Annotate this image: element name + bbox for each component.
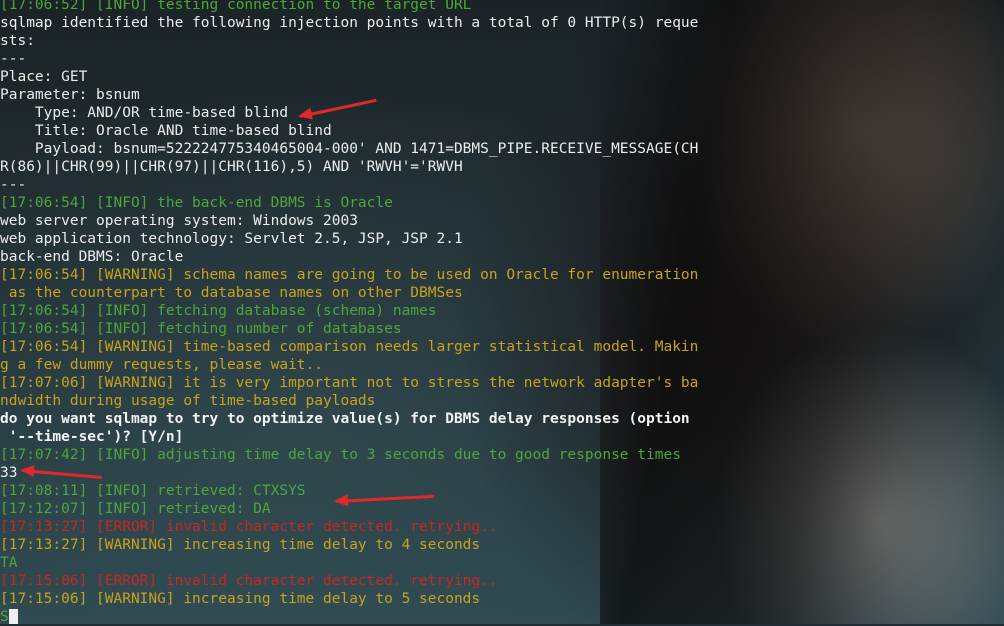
terminal-line-text: [17:07:42] [INFO] adjusting time delay t… (0, 447, 681, 463)
terminal-line-text: TA (0, 555, 18, 571)
terminal-line-text: ndwidth during usage of time-based paylo… (0, 393, 376, 409)
terminal-line: [17:06:54] [INFO] the back-end DBMS is O… (0, 194, 760, 212)
terminal-line: S (0, 608, 760, 626)
terminal-line-text: back-end DBMS: Oracle (0, 249, 184, 265)
terminal-line: as the counterpart to database names on … (0, 284, 760, 302)
terminal-line: Parameter: bsnum (0, 86, 760, 104)
terminal-line: [17:12:07] [INFO] retrieved: DA (0, 500, 760, 518)
terminal-line-text: sqlmap identified the following injectio… (0, 15, 699, 31)
terminal-line-text: [17:08:11] [INFO] retrieved: CTXSYS (0, 483, 306, 499)
terminal-line-text: web server operating system: Windows 200… (0, 213, 358, 229)
terminal-line-text: [17:06:54] [WARNING] time-based comparis… (0, 339, 699, 355)
terminal-line-text: [17:12:07] [INFO] retrieved: DA (0, 501, 271, 517)
terminal-line: '--time-sec')? [Y/n] (0, 428, 760, 446)
terminal-line-text: as the counterpart to database names on … (0, 285, 463, 301)
terminal-line: web application technology: Servlet 2.5,… (0, 230, 760, 248)
terminal-line: [17:15:06] [WARNING] increasing time del… (0, 590, 760, 608)
terminal-line: [17:06:52] [INFO] testing connection to … (0, 0, 760, 14)
terminal-line: R(86)||CHR(99)||CHR(97)||CHR(116),5) AND… (0, 158, 760, 176)
terminal-window[interactable]: [17:06:52] [INFO] testing connection to … (0, 0, 760, 626)
terminal-line-text: '--time-sec')? [Y/n] (0, 429, 184, 445)
terminal-line: Payload: bsnum=522224775340465004-000' A… (0, 140, 760, 158)
terminal-line-text: --- (0, 177, 27, 193)
terminal-line: [17:07:42] [INFO] adjusting time delay t… (0, 446, 760, 464)
terminal-line-text: Place: GET (0, 69, 88, 85)
terminal-line-text: [17:06:52] [INFO] testing connection to … (0, 0, 472, 13)
terminal-line: sts: (0, 32, 760, 50)
terminal-line: [17:13:27] [WARNING] increasing time del… (0, 536, 760, 554)
terminal-line: back-end DBMS: Oracle (0, 248, 760, 266)
terminal-line-text: [17:07:06] [WARNING] it is very importan… (0, 375, 699, 391)
terminal-line-text: [17:06:54] [INFO] fetching number of dat… (0, 321, 402, 337)
terminal-line-text: sts: (0, 33, 35, 49)
terminal-line-text: [17:06:54] [WARNING] schema names are go… (0, 267, 699, 283)
terminal-line: [17:13:27] [ERROR] invalid character det… (0, 518, 760, 536)
terminal-line: sqlmap identified the following injectio… (0, 14, 760, 32)
terminal-line: 33 (0, 464, 760, 482)
terminal-line-text: [17:13:27] [ERROR] invalid character det… (0, 519, 498, 535)
terminal-line: Title: Oracle AND time-based blind (0, 122, 760, 140)
terminal-line-text: --- (0, 51, 27, 67)
terminal-line: --- (0, 176, 760, 194)
terminal-line: [17:06:54] [WARNING] schema names are go… (0, 266, 760, 284)
terminal-line: TA (0, 554, 760, 572)
terminal-line: ndwidth during usage of time-based paylo… (0, 392, 760, 410)
terminal-line: [17:07:06] [WARNING] it is very importan… (0, 374, 760, 392)
terminal-line-text: Type: AND/OR time-based blind (0, 105, 289, 121)
terminal-line-text: web application technology: Servlet 2.5,… (0, 231, 463, 247)
terminal-line: Type: AND/OR time-based blind (0, 104, 760, 122)
terminal-line: web server operating system: Windows 200… (0, 212, 760, 230)
terminal-line-text: [17:06:54] [INFO] the back-end DBMS is O… (0, 195, 393, 211)
terminal-line-text: [17:15:06] [ERROR] invalid character det… (0, 573, 498, 589)
terminal-line: [17:15:06] [ERROR] invalid character det… (0, 572, 760, 590)
terminal-line-text: R(86)||CHR(99)||CHR(97)||CHR(116),5) AND… (0, 159, 463, 175)
terminal-line: g a few dummy requests, please wait.. (0, 356, 760, 374)
terminal-line: [17:06:54] [INFO] fetching number of dat… (0, 320, 760, 338)
terminal-line-text: g a few dummy requests, please wait.. (0, 357, 324, 373)
terminal-line: Place: GET (0, 68, 760, 86)
terminal-line-text: Payload: bsnum=522224775340465004-000' A… (0, 141, 699, 157)
terminal-line-text: do you want sqlmap to try to optimize va… (0, 411, 690, 427)
terminal-line-text: S (0, 609, 9, 625)
terminal-line: --- (0, 50, 760, 68)
terminal-line-text: [17:13:27] [WARNING] increasing time del… (0, 537, 481, 553)
terminal-line: [17:06:54] [WARNING] time-based comparis… (0, 338, 760, 356)
terminal-line: [17:06:54] [INFO] fetching database (sch… (0, 302, 760, 320)
terminal-line-text: 33 (0, 465, 18, 481)
text-cursor (8, 609, 18, 624)
terminal-line-text: [17:06:54] [INFO] fetching database (sch… (0, 303, 437, 319)
terminal-line-text: Title: Oracle AND time-based blind (0, 123, 332, 139)
terminal-line-text: Parameter: bsnum (0, 87, 140, 103)
terminal-line: do you want sqlmap to try to optimize va… (0, 410, 760, 428)
terminal-line-text: [17:15:06] [WARNING] increasing time del… (0, 591, 481, 607)
